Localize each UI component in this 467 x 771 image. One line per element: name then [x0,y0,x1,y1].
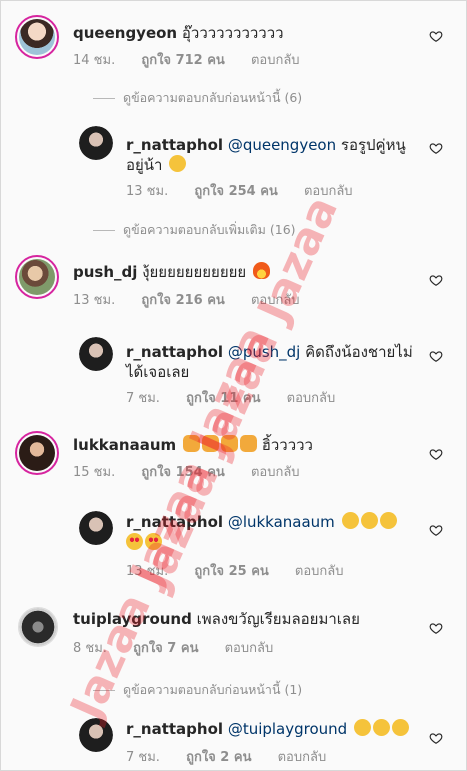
reply-button[interactable]: ตอบกลับ [295,564,344,579]
comment-text: รอรูปคู่หนู [336,136,406,154]
reply-button[interactable]: ตอบกลับ [251,53,300,68]
comment-username[interactable]: r_nattaphol [126,343,223,361]
rock-hand-icon [220,435,238,452]
comment-likes[interactable]: ถูกใจ 216 คน [141,293,224,308]
comment-time: 13 ชม. [126,564,169,579]
comment-likes[interactable]: ถูกใจ 25 คน [194,564,268,579]
comment-time: 7 ชม. [126,391,160,406]
comment-likes[interactable]: ถูกใจ 11 คน [186,391,260,406]
comment-username[interactable]: r_nattaphol [126,720,223,738]
comment-likes[interactable]: ถูกใจ 712 คน [141,53,224,68]
rock-hand-icon [201,435,219,452]
comment-username[interactable]: push_dj [73,263,137,281]
view-previous-replies[interactable]: ดูข้อความตอบกลับก่อนหน้านี้ (1) [93,680,302,700]
heart-outline-icon[interactable] [429,141,443,155]
comment-username[interactable]: r_nattaphol [126,136,223,154]
comment-time: 8 ชม. [73,641,107,656]
comment-text: เพลงขวัญเรียมลอยมาเลย [196,610,360,628]
avatar[interactable] [15,15,59,59]
comment-likes[interactable]: ถูกใจ 154 คน [141,465,224,480]
comment-text: ฮิ้ววววว [261,436,313,454]
grinning-face-icon [341,512,359,529]
avatar[interactable] [18,607,58,647]
laughing-face-icon [353,719,371,736]
grinning-face-icon [360,512,378,529]
mention-link[interactable]: @tuiplayground [228,720,347,738]
reply-button[interactable]: ตอบกลับ [251,293,300,308]
reply-button[interactable]: ตอบกลับ [287,391,336,406]
avatar[interactable] [79,337,113,371]
rock-hand-icon [182,435,200,452]
comment-username[interactable]: tuiplayground [73,610,192,628]
comment-time: 15 ชม. [73,465,116,480]
heart-eyes-icon [145,533,162,550]
heart-outline-icon[interactable] [429,349,443,363]
comment-text: งุ้ยยยยยยยยยยย [142,263,247,281]
grinning-face-icon [379,512,397,529]
heart-outline-icon[interactable] [429,523,443,537]
heart-outline-icon[interactable] [429,621,443,635]
comment-text: คิดถึงน้องชายไม่ [300,343,413,361]
comment-likes[interactable]: ถูกใจ 7 คน [133,641,198,656]
view-previous-replies[interactable]: ดูข้อความตอบกลับก่อนหน้านี้ (6) [93,88,302,108]
reply-button[interactable]: ตอบกลับ [225,641,274,656]
reply-button[interactable]: ตอบกลับ [251,465,300,480]
avatar[interactable] [79,511,113,545]
comment-likes[interactable]: ถูกใจ 2 คน [186,750,251,765]
comment-username[interactable]: lukkanaaum [73,436,176,454]
comment-time: 14 ชม. [73,53,116,68]
avatar[interactable] [79,126,113,160]
comment-text-continued: ได้เจอเลย [126,363,190,381]
avatar[interactable] [15,255,59,299]
comments-panel: queengyeon อุ๊ววววววววววว 14 ชม. ถูกใจ 7… [0,0,467,771]
mention-link[interactable]: @queengyeon [228,136,336,154]
comment-time: 13 ชม. [126,184,169,199]
comment-likes[interactable]: ถูกใจ 254 คน [194,184,277,199]
comment-time: 7 ชม. [126,750,160,765]
avatar[interactable] [79,718,113,752]
comment-time: 13 ชม. [73,293,116,308]
comment-username[interactable]: queengyeon [73,24,177,42]
reply-button[interactable]: ตอบกลับ [278,750,327,765]
view-more-replies[interactable]: ดูข้อความตอบกลับเพิ่มเติม (16) [93,220,296,240]
heart-eyes-icon [126,533,143,550]
mention-link[interactable]: @lukkanaaum [228,513,335,531]
smiling-face-icon [169,155,187,172]
avatar[interactable] [15,431,59,475]
comment-text-continued: อยู่น้า [126,156,163,174]
mention-link[interactable]: @push_dj [228,343,301,361]
heart-outline-icon[interactable] [429,731,443,745]
comment-username[interactable]: r_nattaphol [126,513,223,531]
reply-button[interactable]: ตอบกลับ [304,184,353,199]
laughing-face-icon [391,719,409,736]
rock-hand-icon [239,435,257,452]
comment-text: อุ๊ววววววววววว [181,24,284,42]
heart-outline-icon[interactable] [429,447,443,461]
fire-icon [252,262,270,279]
laughing-face-icon [372,719,390,736]
heart-outline-icon[interactable] [429,273,443,287]
heart-outline-icon[interactable] [429,29,443,43]
